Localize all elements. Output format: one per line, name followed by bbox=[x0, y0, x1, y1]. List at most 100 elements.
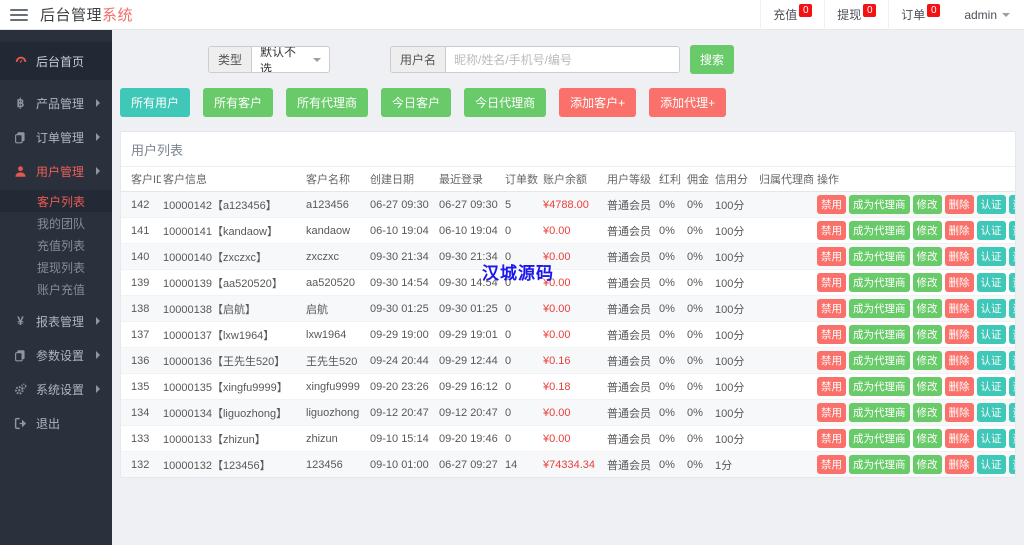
disable-button[interactable]: 禁用 bbox=[817, 273, 846, 292]
all-customers-button[interactable]: 所有客户 bbox=[203, 88, 274, 117]
sidebar-item-users[interactable]: 用户管理 bbox=[0, 154, 112, 188]
all-agents-button[interactable]: 所有代理商 bbox=[286, 88, 369, 117]
edit-button[interactable]: 修改 bbox=[912, 273, 942, 292]
funds-button[interactable]: 资金 bbox=[1008, 221, 1015, 240]
today-agents-button[interactable]: 今日代理商 bbox=[464, 88, 547, 117]
sidebar-item-home[interactable]: 后台首页 bbox=[0, 42, 112, 80]
verify-button[interactable]: 认证 bbox=[976, 221, 1006, 240]
verify-button[interactable]: 认证 bbox=[976, 195, 1006, 214]
edit-button[interactable]: 修改 bbox=[912, 325, 942, 344]
disable-button[interactable]: 禁用 bbox=[817, 299, 846, 318]
cell-created: 09-29 19:00 bbox=[368, 321, 437, 348]
edit-button[interactable]: 修改 bbox=[912, 429, 942, 448]
become-agent-button[interactable]: 成为代理商 bbox=[849, 377, 910, 396]
recharge-nav-item[interactable]: 充值 0 bbox=[760, 0, 824, 30]
withdraw-nav-item[interactable]: 提现 0 bbox=[824, 0, 888, 30]
delete-button[interactable]: 删除 bbox=[944, 429, 974, 448]
funds-button[interactable]: 资金 bbox=[1008, 273, 1015, 292]
become-agent-button[interactable]: 成为代理商 bbox=[849, 455, 910, 474]
become-agent-button[interactable]: 成为代理商 bbox=[849, 429, 910, 448]
edit-button[interactable]: 修改 bbox=[912, 299, 942, 318]
verify-button[interactable]: 认证 bbox=[976, 429, 1006, 448]
col-customer-name: 客户名称 bbox=[304, 166, 368, 192]
disable-button[interactable]: 禁用 bbox=[817, 429, 846, 448]
become-agent-button[interactable]: 成为代理商 bbox=[849, 351, 910, 370]
delete-button[interactable]: 删除 bbox=[944, 221, 974, 240]
verify-button[interactable]: 认证 bbox=[976, 377, 1006, 396]
disable-button[interactable]: 禁用 bbox=[817, 351, 846, 370]
delete-button[interactable]: 删除 bbox=[944, 351, 974, 370]
become-agent-button[interactable]: 成为代理商 bbox=[849, 325, 910, 344]
sidebar-item-logout[interactable]: 退出 bbox=[0, 406, 112, 440]
disable-button[interactable]: 禁用 bbox=[817, 195, 846, 214]
disable-button[interactable]: 禁用 bbox=[817, 221, 846, 240]
funds-button[interactable]: 资金 bbox=[1008, 299, 1015, 318]
become-agent-button[interactable]: 成为代理商 bbox=[849, 403, 910, 422]
edit-button[interactable]: 修改 bbox=[912, 247, 942, 266]
funds-button[interactable]: 资金 bbox=[1008, 403, 1015, 422]
disable-button[interactable]: 禁用 bbox=[817, 403, 846, 422]
verify-button[interactable]: 认证 bbox=[976, 325, 1006, 344]
sidebar-item-customer-list[interactable]: 客户列表 bbox=[0, 190, 112, 212]
funds-button[interactable]: 资金 bbox=[1008, 455, 1015, 474]
become-agent-button[interactable]: 成为代理商 bbox=[849, 195, 910, 214]
cell-level: 普通会员 bbox=[605, 269, 657, 296]
search-button[interactable]: 搜索 bbox=[690, 45, 735, 74]
verify-button[interactable]: 认证 bbox=[976, 351, 1006, 370]
delete-button[interactable]: 删除 bbox=[944, 273, 974, 292]
edit-button[interactable]: 修改 bbox=[912, 221, 942, 240]
verify-button[interactable]: 认证 bbox=[976, 403, 1006, 422]
add-agent-button[interactable]: 添加代理+ bbox=[649, 88, 727, 117]
edit-button[interactable]: 修改 bbox=[912, 455, 942, 474]
sidebar-item-products[interactable]: ฿ 产品管理 bbox=[0, 86, 112, 120]
disable-button[interactable]: 禁用 bbox=[817, 455, 846, 474]
funds-button[interactable]: 资金 bbox=[1008, 429, 1015, 448]
sidebar-item-reports[interactable]: ¥ 报表管理 bbox=[0, 304, 112, 338]
funds-button[interactable]: 资金 bbox=[1008, 247, 1015, 266]
edit-button[interactable]: 修改 bbox=[912, 195, 942, 214]
funds-button[interactable]: 资金 bbox=[1008, 195, 1015, 214]
verify-button[interactable]: 认证 bbox=[976, 299, 1006, 318]
verify-button[interactable]: 认证 bbox=[976, 273, 1006, 292]
edit-button[interactable]: 修改 bbox=[912, 377, 942, 396]
become-agent-button[interactable]: 成为代理商 bbox=[849, 221, 910, 240]
col-commission: 佣金 bbox=[685, 166, 713, 192]
admin-user-menu[interactable]: admin bbox=[952, 8, 1024, 22]
delete-button[interactable]: 删除 bbox=[944, 247, 974, 266]
delete-button[interactable]: 删除 bbox=[944, 195, 974, 214]
become-agent-button[interactable]: 成为代理商 bbox=[849, 247, 910, 266]
verify-button[interactable]: 认证 bbox=[976, 455, 1006, 474]
sidebar-item-parameters[interactable]: 参数设置 bbox=[0, 338, 112, 372]
sidebar-item-recharge-list[interactable]: 充值列表 bbox=[0, 234, 112, 256]
orders-nav-item[interactable]: 订单 0 bbox=[888, 0, 952, 30]
sidebar-item-withdraw-list[interactable]: 提现列表 bbox=[0, 256, 112, 278]
cell-actions: 禁用成为代理商修改删除认证资金 bbox=[815, 425, 1015, 452]
edit-button[interactable]: 修改 bbox=[912, 351, 942, 370]
become-agent-button[interactable]: 成为代理商 bbox=[849, 273, 910, 292]
sidebar-item-account-recharge[interactable]: 账户充值 bbox=[0, 278, 112, 300]
today-customers-button[interactable]: 今日客户 bbox=[381, 88, 452, 117]
sidebar-item-orders[interactable]: 订单管理 bbox=[0, 120, 112, 154]
delete-button[interactable]: 删除 bbox=[944, 377, 974, 396]
funds-button[interactable]: 资金 bbox=[1008, 351, 1015, 370]
delete-button[interactable]: 删除 bbox=[944, 325, 974, 344]
sidebar-item-system-settings[interactable]: 系统设置 bbox=[0, 372, 112, 406]
edit-button[interactable]: 修改 bbox=[912, 403, 942, 422]
sidebar-item-my-team[interactable]: 我的团队 bbox=[0, 212, 112, 234]
add-customer-button[interactable]: 添加客户+ bbox=[559, 88, 637, 117]
type-select[interactable]: 默认不选 bbox=[252, 47, 329, 72]
become-agent-button[interactable]: 成为代理商 bbox=[849, 299, 910, 318]
all-users-button[interactable]: 所有用户 bbox=[120, 88, 191, 117]
verify-button[interactable]: 认证 bbox=[976, 247, 1006, 266]
funds-button[interactable]: 资金 bbox=[1008, 325, 1015, 344]
delete-button[interactable]: 删除 bbox=[944, 299, 974, 318]
delete-button[interactable]: 删除 bbox=[944, 403, 974, 422]
chevron-down-icon bbox=[1002, 12, 1010, 17]
delete-button[interactable]: 删除 bbox=[944, 455, 974, 474]
disable-button[interactable]: 禁用 bbox=[817, 247, 846, 266]
disable-button[interactable]: 禁用 bbox=[817, 377, 846, 396]
disable-button[interactable]: 禁用 bbox=[817, 325, 846, 344]
username-input[interactable] bbox=[446, 47, 679, 72]
hamburger-menu-icon[interactable] bbox=[10, 8, 28, 21]
funds-button[interactable]: 资金 bbox=[1008, 377, 1015, 396]
